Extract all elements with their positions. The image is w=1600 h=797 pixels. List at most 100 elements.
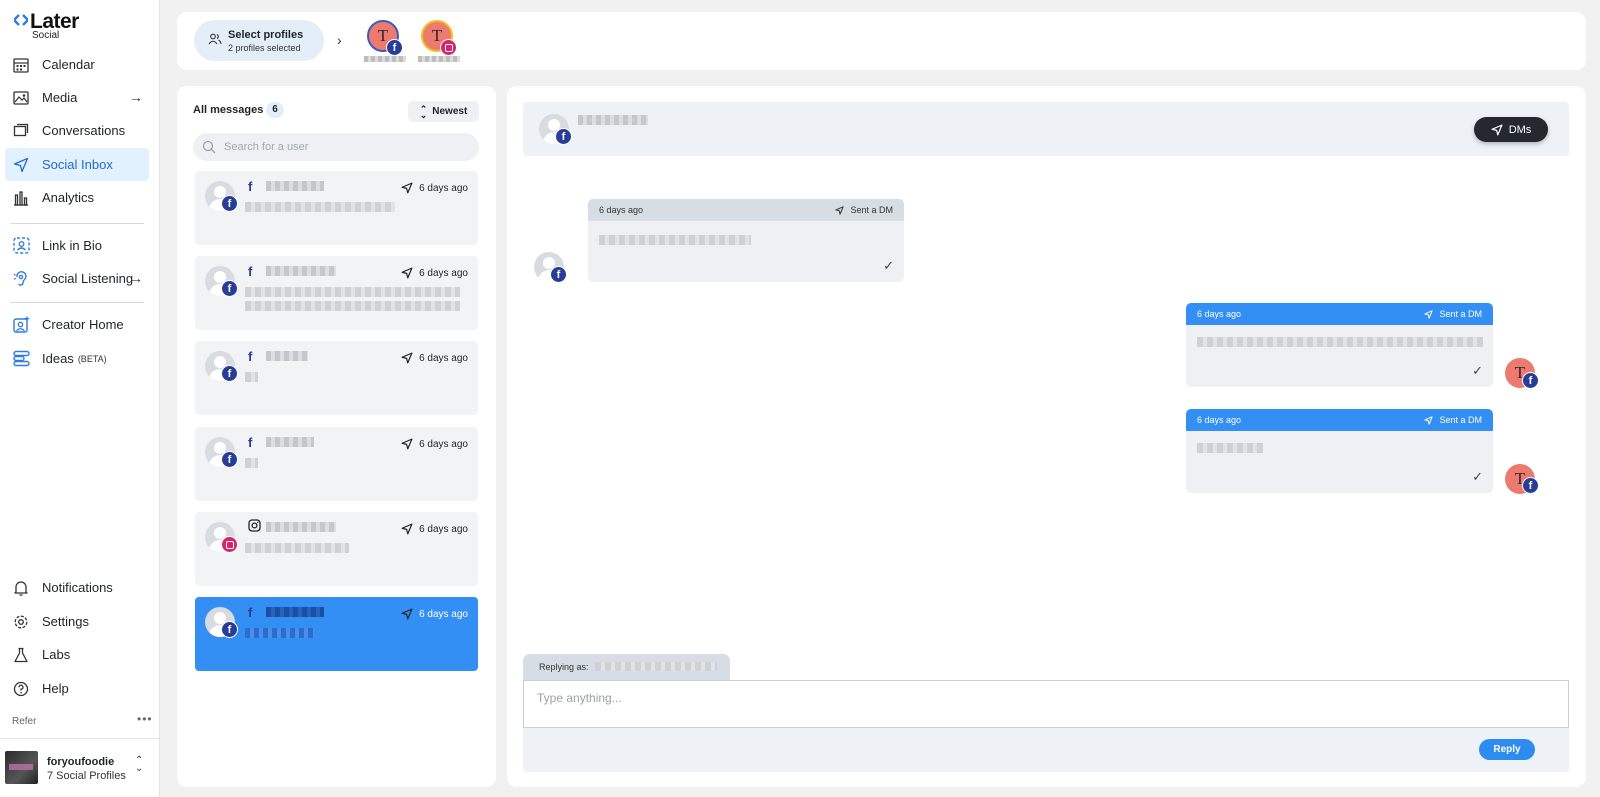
sidebar-item-settings[interactable]: Settings — [5, 605, 149, 638]
sidebar-item-label: Analytics — [42, 190, 95, 205]
flask-icon — [12, 646, 30, 664]
contact-name-redacted — [578, 115, 648, 125]
chevron-up-down-icon: ⌃ ⌄ — [135, 755, 144, 774]
sidebar-item-help[interactable]: Help — [5, 672, 149, 705]
sidebar-item-calendar[interactable]: Calendar — [5, 48, 149, 81]
send-icon — [12, 156, 30, 174]
sidebar-item-conversations[interactable]: Conversations — [5, 114, 149, 147]
account-profile-count: 7 Social Profiles — [47, 770, 126, 782]
sidebar-item-label: Calendar — [42, 57, 95, 72]
check-icon: ✓ — [883, 258, 894, 273]
sidebar-item-social-listening[interactable]: Social Listening → — [5, 262, 149, 295]
message-list-item[interactable]: 6 days ago — [195, 512, 478, 586]
sidebar: Later Social Calendar Media → Conversati… — [0, 0, 160, 797]
bubble-status: Sent a DM — [1439, 309, 1482, 319]
send-icon — [401, 182, 413, 194]
instagram-icon — [440, 39, 457, 56]
sidebar-item-notifications[interactable]: Notifications — [5, 571, 149, 604]
send-icon — [835, 205, 845, 215]
bubble-time: 6 days ago — [599, 205, 644, 215]
profile-facebook[interactable]: T f — [364, 20, 406, 62]
account-switcher[interactable]: foryoufoodie 7 Social Profiles ⌃ ⌄ — [0, 738, 159, 797]
send-icon — [401, 438, 413, 450]
message-list-item-selected[interactable]: f f 6 days ago — [195, 597, 478, 671]
send-icon — [401, 352, 413, 364]
sidebar-item-label: Settings — [42, 614, 89, 629]
chat-icon — [12, 122, 30, 140]
more-options-icon[interactable]: ••• — [137, 712, 153, 726]
sidebar-item-media[interactable]: Media → — [5, 81, 149, 114]
user-name-redacted — [266, 607, 324, 617]
replying-as-tab[interactable]: Replying as: — [523, 654, 730, 680]
bubble-time: 6 days ago — [1197, 309, 1242, 319]
reply-input[interactable] — [523, 680, 1569, 728]
image-icon — [12, 89, 30, 107]
check-icon: ✓ — [1472, 469, 1483, 484]
facebook-icon: f — [221, 451, 238, 468]
instagram-icon — [248, 519, 261, 535]
logo-subtext: Social — [32, 30, 60, 41]
sidebar-item-analytics[interactable]: Analytics — [5, 181, 149, 214]
sidebar-item-label: Social Listening — [42, 271, 134, 286]
sidebar-item-creator-home[interactable]: Creator Home — [5, 308, 149, 341]
message-preview-redacted — [245, 628, 315, 638]
profile-name-redacted — [364, 56, 406, 62]
bar-chart-icon — [12, 189, 30, 207]
ideas-icon — [12, 350, 30, 368]
message-preview-redacted — [245, 287, 460, 297]
message-time: 6 days ago — [401, 608, 468, 620]
message-count-badge: 6 — [266, 102, 284, 118]
message-list-panel: All messages 6 ⌃⌄ Newest f f 6 days ago … — [177, 86, 496, 787]
facebook-icon: f — [221, 365, 238, 382]
user-search — [193, 133, 479, 161]
account-name: foryoufoodie — [47, 756, 115, 768]
creator-icon — [12, 316, 30, 334]
message-preview-redacted — [245, 301, 460, 311]
user-name-redacted — [266, 437, 314, 447]
send-icon — [1491, 124, 1503, 135]
dms-button[interactable]: DMs — [1474, 117, 1548, 142]
user-avatar: f — [205, 607, 238, 639]
search-input[interactable] — [224, 138, 464, 156]
later-logo-icon — [14, 14, 28, 26]
sort-button[interactable]: ⌃ ⌄ Newest — [408, 101, 479, 122]
sort-label: Newest — [432, 106, 468, 117]
message-list-item[interactable]: f f 6 days ago — [195, 256, 478, 330]
profile-instagram[interactable]: T — [418, 20, 460, 62]
refer-link[interactable]: Refer — [12, 716, 36, 727]
user-avatar: f — [205, 181, 238, 213]
contact-avatar: f — [534, 252, 567, 284]
message-text-redacted — [599, 235, 751, 245]
sidebar-item-link-in-bio[interactable]: Link in Bio — [5, 229, 149, 262]
facebook-icon: f — [221, 280, 238, 297]
ear-icon — [12, 270, 30, 288]
sidebar-divider — [10, 302, 144, 303]
send-icon — [1424, 309, 1434, 319]
message-list-item[interactable]: f f 6 days ago — [195, 171, 478, 245]
message-list-item[interactable]: f f 6 days ago — [195, 341, 478, 415]
sidebar-item-label: Notifications — [42, 580, 113, 595]
contact-avatar: f — [539, 114, 572, 146]
select-profiles-subtitle: 2 profiles selected — [228, 43, 301, 53]
select-profiles-button[interactable]: Select profiles 2 profiles selected — [194, 20, 324, 61]
sidebar-item-labs[interactable]: Labs — [5, 638, 149, 671]
message-time: 6 days ago — [401, 267, 468, 279]
facebook-icon: f — [386, 39, 403, 56]
send-icon — [401, 267, 413, 279]
message-bubble-incoming: 6 days ago Sent a DM ✓ — [588, 199, 904, 282]
facebook-icon: f — [1522, 477, 1539, 494]
message-preview-redacted — [245, 372, 258, 382]
sidebar-item-social-inbox[interactable]: Social Inbox — [5, 148, 149, 181]
message-text-redacted — [1197, 337, 1483, 347]
gear-icon — [12, 613, 30, 631]
user-name-redacted — [266, 266, 336, 276]
reply-button[interactable]: Reply — [1479, 739, 1535, 760]
bell-icon — [12, 579, 30, 597]
select-profiles-title: Select profiles — [228, 29, 304, 41]
sidebar-item-ideas[interactable]: Ideas (BETA) — [5, 342, 149, 375]
search-icon — [202, 140, 216, 157]
facebook-icon: f — [248, 349, 253, 364]
message-list-item[interactable]: f f 6 days ago — [195, 427, 478, 501]
facebook-icon: f — [221, 621, 238, 638]
message-preview-redacted — [245, 202, 395, 212]
